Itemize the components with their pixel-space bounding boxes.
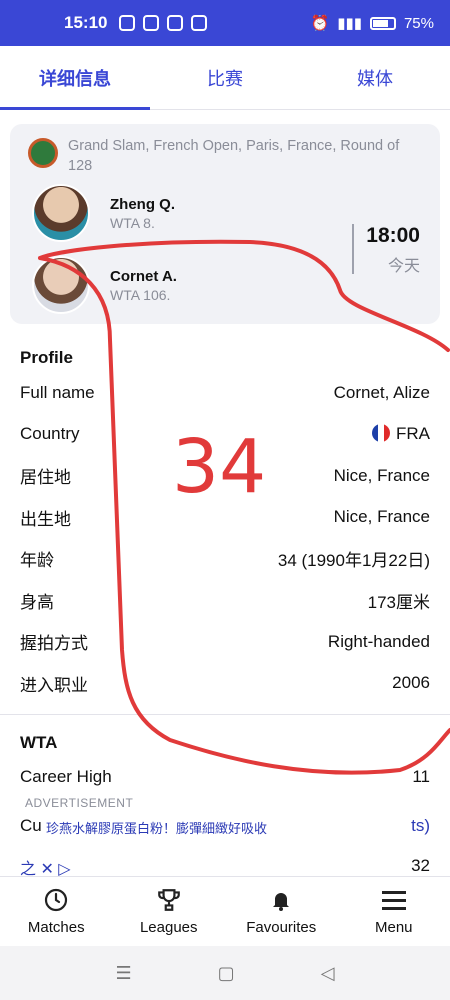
row-label: Country <box>20 424 80 444</box>
nav-label: Menu <box>374 919 413 936</box>
home-icon[interactable]: ▢ <box>218 963 235 984</box>
trophy-icon <box>156 887 182 913</box>
status-right: ⏰ ▮▮▮ 75% <box>310 14 434 33</box>
france-flag-icon <box>372 424 390 443</box>
match-time: 18:00 今天 <box>352 224 420 275</box>
row-value: 2006 <box>392 673 430 693</box>
profile-row: 居住地 Nice, France <box>0 455 450 497</box>
signal-icon: ▮▮▮ <box>337 15 362 32</box>
profile-row: Full name Cornet, Alize <box>0 372 450 414</box>
row-label: 身高 <box>20 592 54 612</box>
ad-banner-text[interactable]: 珍燕水解膠原蛋白粉！膨彈細緻好吸收 <box>46 818 267 837</box>
nav-label: Favourites <box>246 919 317 936</box>
notification-icons <box>119 15 208 31</box>
row-value: Cornet, Alize <box>333 382 430 402</box>
profile-row: Country FRA <box>0 414 450 456</box>
app-icon <box>167 15 184 31</box>
profile-row: 年龄 34 (1990年1月22日) <box>0 538 450 580</box>
row-value: 173厘米 <box>367 592 430 612</box>
advertisement-label: ADVERTISEMENT <box>25 796 134 810</box>
country-value: FRA <box>372 424 430 444</box>
match-start-time: 18:00 <box>366 224 420 247</box>
player-1[interactable]: Zheng Q. WTA 8. <box>32 184 175 242</box>
wta-row: Career High 11 <box>0 767 450 787</box>
row-value: 11 <box>412 767 430 786</box>
nav-favourites[interactable]: Favourites <box>225 877 338 946</box>
row-label: Career High <box>20 767 112 786</box>
system-nav-bar: ☰ ▢ ◁ <box>0 946 450 1000</box>
row-label: 出生地 <box>20 509 71 529</box>
nav-label: Matches <box>27 919 85 936</box>
nav-label: Leagues <box>139 919 198 936</box>
match-card[interactable]: Grand Slam, French Open, Paris, France, … <box>10 124 440 324</box>
nav-menu[interactable]: Menu <box>338 877 450 946</box>
match-day: 今天 <box>387 258 420 275</box>
roland-garros-logo <box>28 138 58 168</box>
status-time: 15:10 <box>64 13 108 32</box>
battery-icon <box>369 16 396 30</box>
tab-matches[interactable]: 比赛 <box>150 46 300 109</box>
instagram-icon <box>119 15 136 31</box>
row-label: 年龄 <box>20 551 54 571</box>
row-label: 居住地 <box>20 468 71 488</box>
row-value: 34 (1990年1月22日) <box>277 551 430 571</box>
profile-row: 身高 173厘米 <box>0 580 450 622</box>
bottom-nav: Matches Leagues Favourites Menu <box>0 876 450 946</box>
back-icon[interactable]: ◁ <box>321 963 335 984</box>
tournament-header: Grand Slam, French Open, Paris, France, … <box>28 136 422 176</box>
bell-icon <box>268 887 294 913</box>
mail-icon <box>143 15 160 31</box>
clock-icon <box>43 887 69 913</box>
recent-apps-icon[interactable]: ☰ <box>116 963 132 984</box>
avatar <box>32 256 90 314</box>
profile-row: 进入职业 2006 <box>0 663 450 705</box>
status-bar: 15:10 ⏰ ▮▮▮ 75% <box>0 0 450 46</box>
row-value: Right-handed <box>327 631 430 651</box>
avatar <box>32 184 90 242</box>
tab-bar: 详细信息 比赛 媒体 <box>0 46 450 110</box>
wta-row-value: ts) <box>411 816 430 835</box>
wta-row-value: 32 <box>411 856 430 875</box>
profile-section: Profile Full name Cornet, Alize Country … <box>0 348 450 704</box>
row-label: Full name <box>20 382 95 402</box>
row-value: Nice, France <box>333 465 430 485</box>
battery-level: 75% <box>403 14 434 32</box>
tab-details[interactable]: 详细信息 <box>0 46 150 110</box>
row-label: 进入职业 <box>20 675 88 695</box>
row-value: Nice, France <box>333 507 430 527</box>
player-name: Zheng Q. <box>110 195 175 213</box>
divider <box>0 714 450 715</box>
player-rank: WTA 8. <box>110 214 155 231</box>
player-2[interactable]: Cornet A. WTA 106. <box>32 256 177 314</box>
profile-row: 握拍方式 Right-handed <box>0 621 450 663</box>
tournament-name: Grand Slam, French Open, Paris, France, … <box>68 138 400 174</box>
profile-row: 出生地 Nice, France <box>0 497 450 539</box>
player-rank: WTA 106. <box>110 286 171 303</box>
row-value: FRA <box>396 424 430 444</box>
profile-title: Profile <box>20 348 73 367</box>
row-label: 握拍方式 <box>20 634 88 654</box>
wta-title: WTA <box>20 733 58 752</box>
wta-row-label: Cu <box>20 816 42 835</box>
nav-matches[interactable]: Matches <box>0 877 113 946</box>
nav-leagues[interactable]: Leagues <box>113 877 226 946</box>
tab-media[interactable]: 媒体 <box>300 46 450 109</box>
alarm-icon: ⏰ <box>310 15 330 32</box>
player-name: Cornet A. <box>110 267 177 285</box>
app-icon <box>191 15 208 31</box>
menu-icon <box>381 887 407 913</box>
